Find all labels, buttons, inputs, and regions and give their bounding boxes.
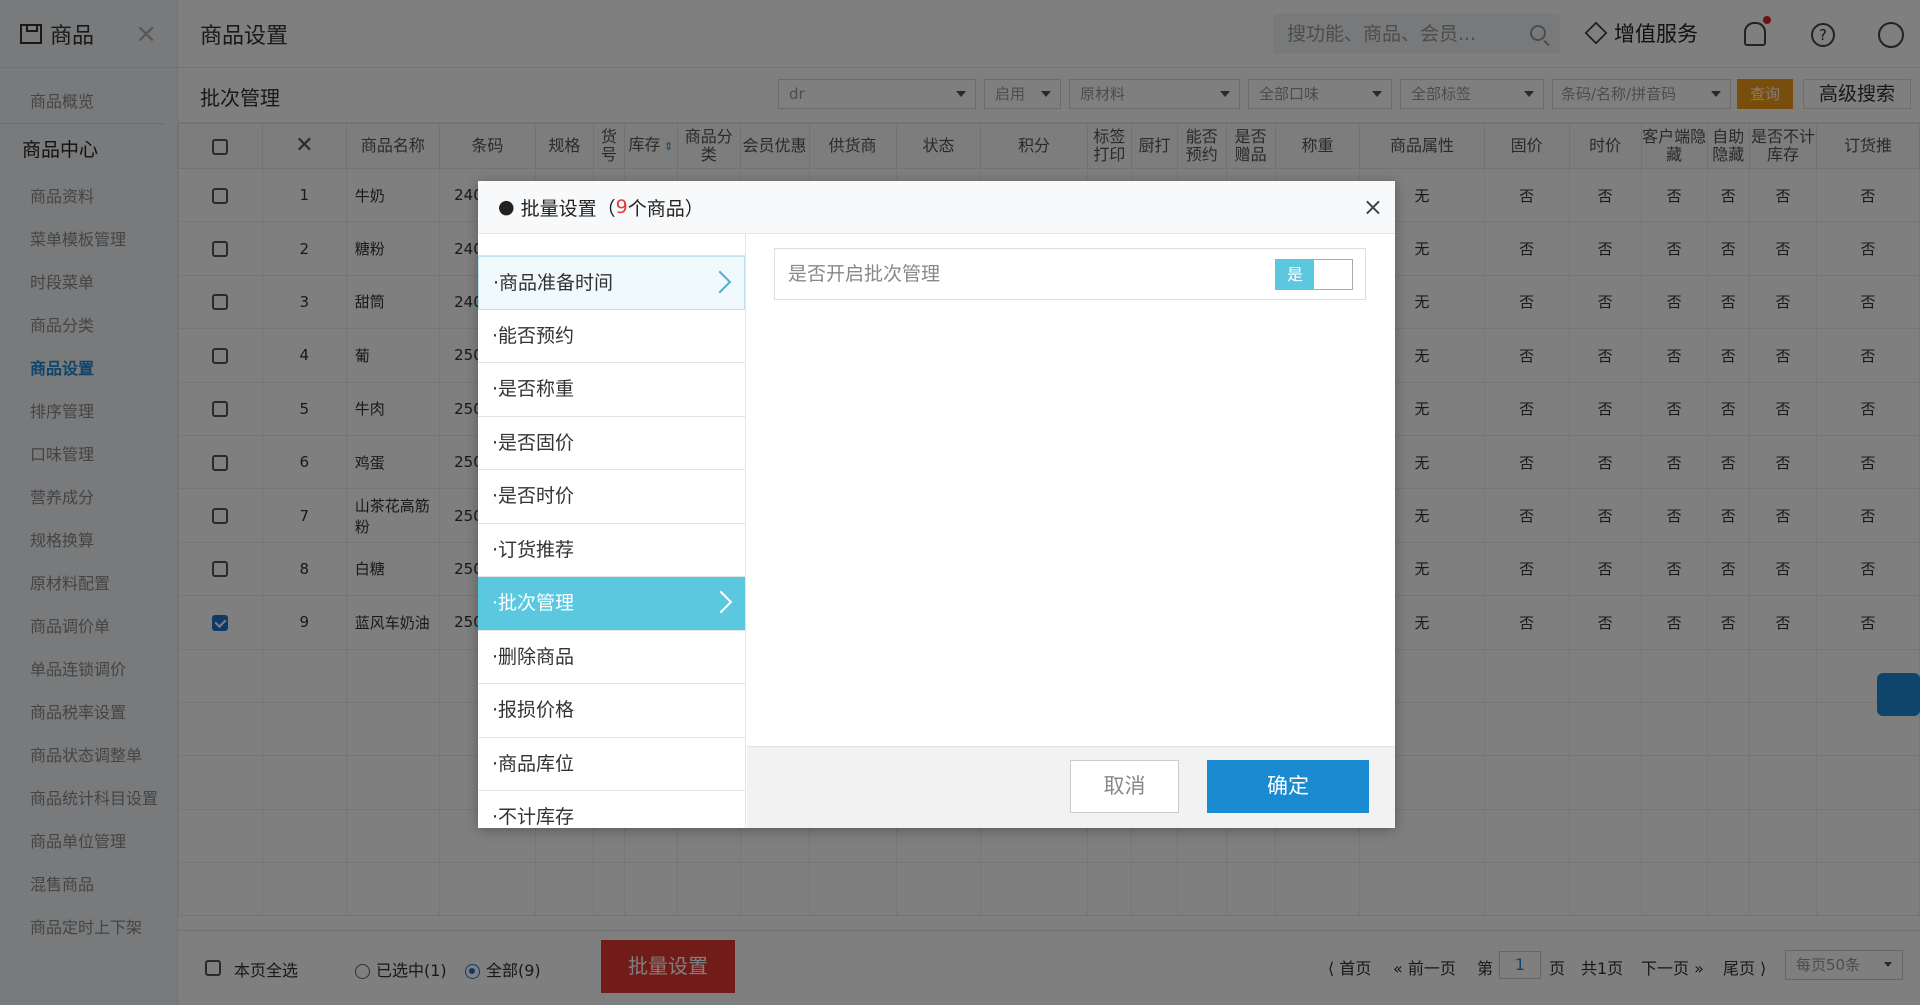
dialog-title-prefix: 批量设置（	[520, 197, 616, 220]
settings-menu-item[interactable]: ·不计库存	[478, 791, 745, 828]
settings-menu-item[interactable]: ·商品库位	[478, 738, 745, 791]
option-label: 是否开启批次管理	[788, 263, 941, 285]
chevron-right-icon	[708, 270, 732, 294]
cancel-button[interactable]: 取消	[1070, 760, 1179, 813]
settings-menu-item[interactable]: ·删除商品	[478, 631, 745, 684]
dialog-bullet: ●	[498, 196, 515, 218]
close-icon[interactable]: ×	[1363, 193, 1383, 221]
settings-menu-item[interactable]: ·是否固价	[478, 417, 745, 470]
settings-menu-item[interactable]: ·能否预约	[478, 310, 745, 363]
settings-menu-item[interactable]: ·是否称重	[478, 363, 745, 417]
batch-management-option: 是否开启批次管理 是	[774, 248, 1366, 300]
settings-menu-item[interactable]: ·商品准备时间	[478, 256, 745, 310]
batch-management-toggle[interactable]: 是	[1275, 259, 1353, 290]
dialog-footer: 取消 确定	[747, 746, 1395, 828]
batch-settings-dialog: ● 批量设置（ 9 个商品） × ·商品准备时间 ·能否预约 ·是否称重 ·是否固价 ·…	[478, 181, 1395, 828]
toggle-on-label: 是	[1276, 260, 1314, 289]
dialog-header: ● 批量设置（ 9 个商品）	[478, 181, 1395, 234]
settings-menu-item[interactable]: ·批次管理	[478, 577, 745, 631]
settings-menu-item[interactable]: ·报损价格	[478, 684, 745, 738]
menu-item-partial[interactable]	[478, 234, 745, 256]
settings-menu-item[interactable]: ·是否时价	[478, 470, 745, 524]
settings-menu-item[interactable]: ·订货推荐	[478, 524, 745, 577]
settings-menu: ·商品准备时间 ·能否预约 ·是否称重 ·是否固价 ·是否时价 ·订货推荐 ·批次管理 ·删除…	[478, 234, 746, 828]
confirm-button[interactable]: 确定	[1207, 760, 1369, 813]
settings-panel: 是否开启批次管理 是	[747, 234, 1395, 828]
chevron-right-icon	[709, 590, 733, 614]
dialog-title-suffix: 个商品）	[627, 197, 704, 220]
dialog-count: 9	[615, 196, 628, 218]
